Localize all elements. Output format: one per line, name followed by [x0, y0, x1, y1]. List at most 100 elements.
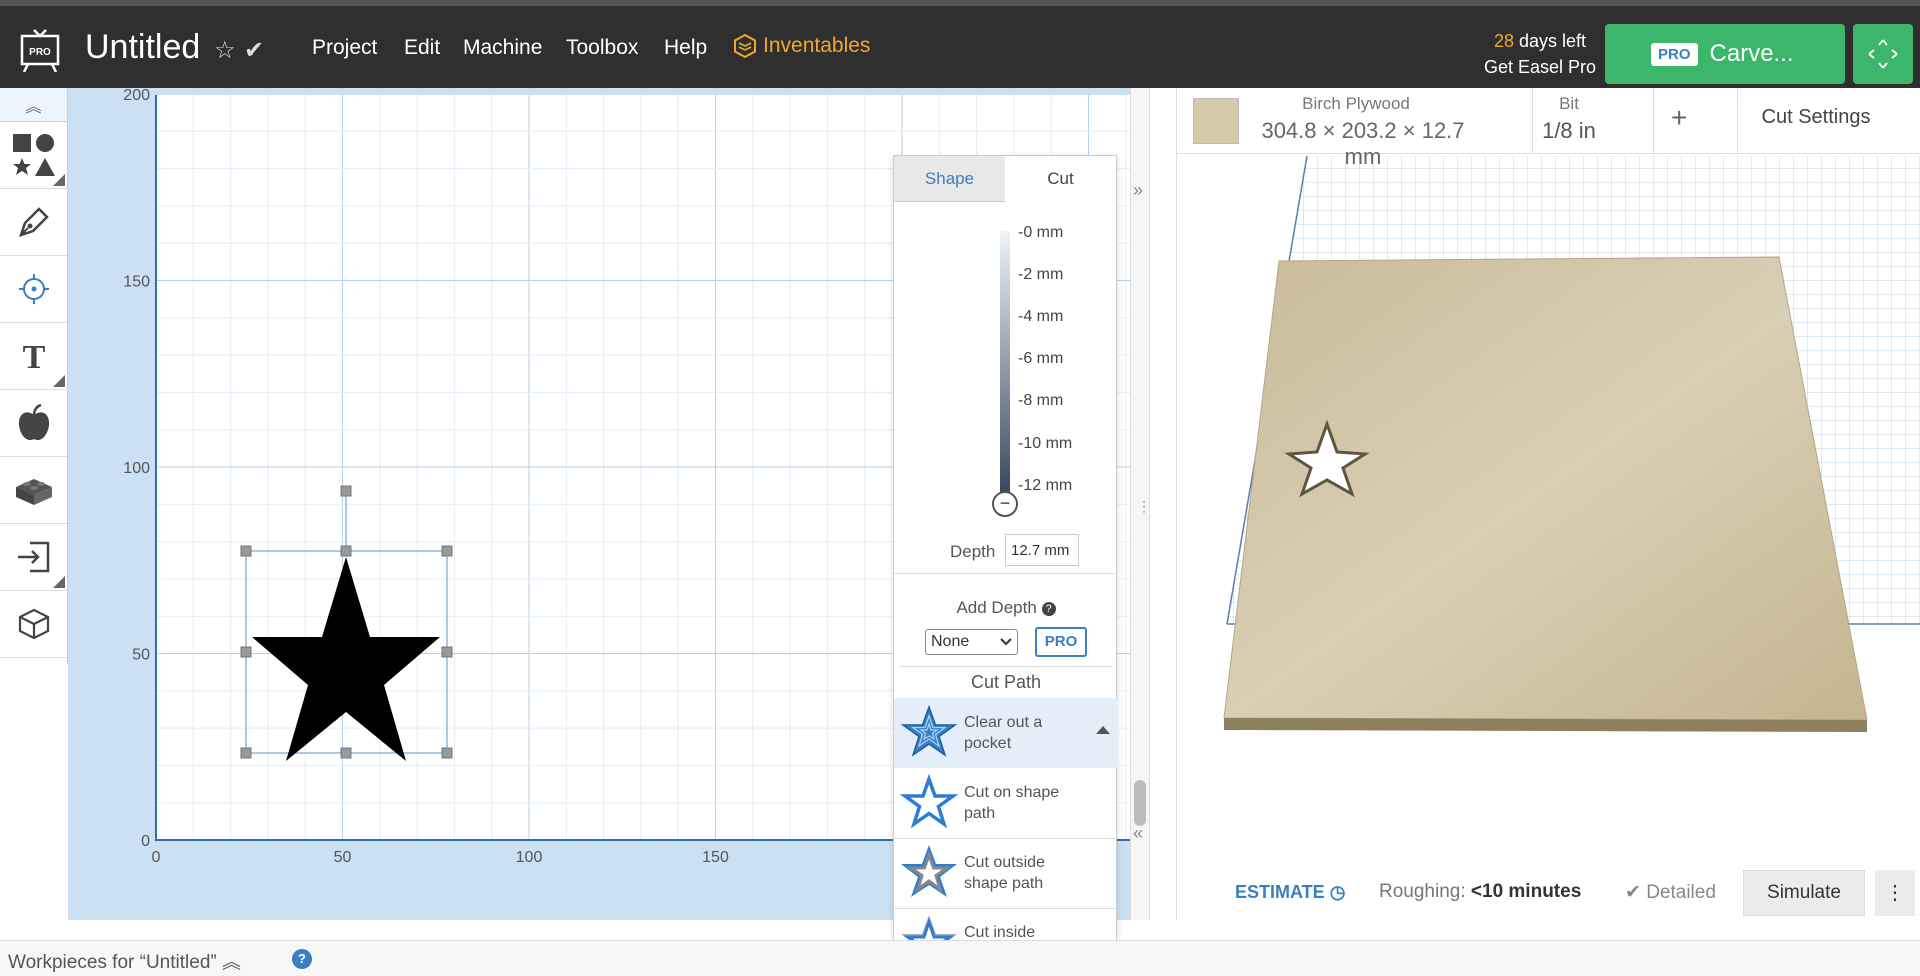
shapes-more-indicator [53, 174, 65, 186]
resize-handle[interactable] [340, 545, 352, 557]
material-board-edge [1224, 718, 1867, 732]
add-bit-button[interactable]: + [1671, 102, 1687, 134]
project-title[interactable]: Untitled [85, 28, 200, 67]
add-depth-select[interactable]: None [925, 629, 1018, 655]
cut-path-outside[interactable]: Cut outside shape path [894, 838, 1118, 908]
detailed-toggle[interactable]: ✔ Detailed [1625, 881, 1716, 904]
left-toolbar: ︽ T [0, 88, 68, 664]
easel-pro-logo-icon[interactable]: PRO [18, 28, 62, 72]
3d-preview[interactable] [1177, 154, 1920, 774]
resize-handle[interactable] [441, 545, 453, 557]
star-icon[interactable]: ☆ [214, 36, 236, 65]
apps-tool[interactable] [0, 457, 67, 524]
y-tick-label: 200 [123, 88, 150, 104]
expand-arrows-icon [1868, 39, 1898, 69]
cut-path-label: Cut on shape path [964, 784, 1060, 822]
material-bar: Birch Plywood 304.8 × 203.2 × 12.7 mm Bi… [1177, 88, 1920, 169]
add-depth-label: Add Depth [956, 598, 1037, 617]
svg-text:PRO: PRO [29, 47, 51, 58]
resize-handle[interactable] [240, 747, 252, 759]
workpieces-footer: Workpieces for “Untitled” ︽ ? [0, 940, 1920, 976]
machine-expand-button[interactable] [1853, 24, 1913, 84]
days-left-text: days left [1519, 31, 1587, 51]
carve-button[interactable]: PRO Carve... [1605, 24, 1845, 84]
x-tick-label: 150 [702, 849, 729, 866]
x-tick-label: 50 [334, 849, 352, 866]
cut-path-pocket[interactable]: Clear out a pocket [894, 698, 1118, 768]
inventables-label: Inventables [763, 34, 871, 57]
tab-cut[interactable]: Cut [1005, 156, 1116, 202]
help-icon[interactable]: ? [1041, 601, 1056, 616]
carve-label: Carve... [1709, 40, 1794, 67]
menu-project[interactable]: Project [312, 36, 377, 60]
bit-label[interactable]: Bit [1529, 94, 1609, 114]
inventables-logo-icon [734, 34, 756, 58]
simulate-button[interactable]: Simulate [1743, 870, 1865, 916]
estimate-label: ESTIMATE [1235, 882, 1325, 902]
expand-right-icon[interactable]: » [1133, 180, 1143, 201]
on-path-star-icon [894, 768, 964, 838]
icon-library-tool[interactable] [0, 390, 67, 457]
import-more-indicator [53, 576, 65, 588]
saved-check-icon: ✔ [244, 37, 265, 64]
text-tool[interactable]: T [0, 323, 67, 390]
bit-value[interactable]: 1/8 in [1529, 118, 1609, 144]
menu-help[interactable]: Help [664, 36, 707, 60]
depth-slider-handle[interactable]: − [992, 491, 1018, 517]
lego-brick-icon [15, 479, 52, 505]
menu-toolbox[interactable]: Toolbox [566, 36, 638, 60]
shapes-icon [12, 134, 55, 176]
3d-preview-render[interactable] [1177, 154, 1920, 774]
pen-tool[interactable] [0, 189, 67, 256]
drag-handle-icon[interactable]: ⋮ [1137, 498, 1151, 515]
collapse-left-icon[interactable]: « [1133, 823, 1143, 844]
help-icon[interactable]: ? [292, 949, 312, 969]
trial-days-left[interactable]: 28 days left Get Easel Pro [1470, 28, 1610, 80]
collapse-toolbar-button[interactable]: ︽ [0, 88, 67, 122]
roughing-value: <10 minutes [1470, 881, 1582, 902]
estimate-link[interactable]: ESTIMATE ◷ [1235, 882, 1345, 903]
depth-input[interactable]: 12.7 mm [1005, 534, 1079, 566]
x-tick-label: 100 [516, 849, 543, 866]
material-board [1223, 256, 1868, 721]
resize-handle[interactable] [240, 545, 252, 557]
depth-mark: -0 mm [1018, 224, 1064, 241]
resize-handle[interactable] [441, 747, 453, 759]
check-icon: ✔ [1625, 882, 1641, 903]
resize-handle[interactable] [340, 747, 352, 759]
rotate-handle[interactable] [340, 485, 352, 497]
menu-edit[interactable]: Edit [404, 36, 440, 60]
depth-slider[interactable] [1000, 231, 1010, 506]
resize-handle[interactable] [441, 646, 453, 658]
depth-mark: -8 mm [1018, 392, 1064, 409]
outside-path-star-icon [894, 838, 964, 908]
resize-handle[interactable] [240, 646, 252, 658]
more-options-icon[interactable]: ⋮ [1875, 870, 1915, 916]
depth-mark: -6 mm [1018, 350, 1064, 367]
apple-icon [18, 403, 49, 441]
y-tick-label: 0 [141, 833, 150, 850]
get-pro-link: Get Easel Pro [1483, 57, 1597, 77]
import-tool[interactable] [0, 524, 67, 591]
vertical-scrollbar[interactable] [1134, 780, 1146, 826]
menu-machine[interactable]: Machine [463, 36, 542, 60]
pro-badge[interactable]: PRO [1035, 627, 1087, 657]
panel-tabs: Shape Cut [894, 156, 1116, 202]
workpieces-label: Workpieces for “Untitled” [8, 952, 217, 973]
workpieces-toggle[interactable]: Workpieces for “Untitled” ︽ [8, 947, 241, 974]
inventables-link[interactable]: Inventables [733, 34, 870, 58]
cube-icon [18, 608, 49, 640]
material-swatch[interactable] [1193, 98, 1239, 144]
pro-badge: PRO [1651, 42, 1698, 66]
3d-view-tool[interactable] [0, 591, 67, 658]
divider [1653, 88, 1654, 154]
cut-settings-button[interactable]: Cut Settings [1721, 106, 1911, 129]
add-depth-value: None [931, 633, 970, 650]
cut-path-on[interactable]: Cut on shape path [894, 768, 1118, 838]
shapes-tool[interactable] [0, 122, 67, 189]
point-tool[interactable] [0, 256, 67, 323]
divider [894, 573, 1118, 574]
estimate-bar: ESTIMATE ◷ Roughing: <10 minutes ✔ Detai… [1177, 864, 1920, 920]
tab-shape[interactable]: Shape [894, 156, 1005, 202]
material-name[interactable]: Birch Plywood [1261, 94, 1451, 114]
